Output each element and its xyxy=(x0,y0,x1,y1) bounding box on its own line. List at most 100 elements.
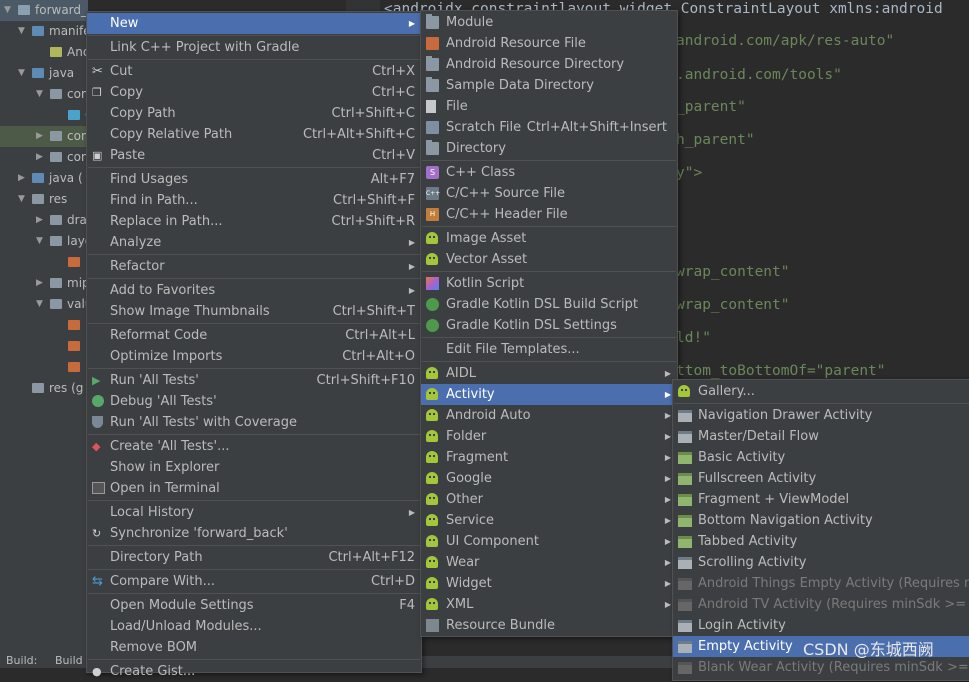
menu-item-copy[interactable]: ❐ Copy Ctrl+C xyxy=(87,82,421,103)
project-tree-item[interactable]: AndroidManifest.xml xyxy=(0,42,88,63)
expand-down-icon[interactable]: ▼ xyxy=(4,0,11,21)
project-tree-item[interactable] xyxy=(0,336,88,357)
menu-item-find-usages[interactable]: Find Usages Alt+F7 xyxy=(87,169,421,190)
menu-item-file[interactable]: File xyxy=(421,96,677,117)
menu-item-open-module-settings[interactable]: Open Module Settings F4 xyxy=(87,595,421,616)
menu-item-show-in-explorer[interactable]: Show in Explorer xyxy=(87,457,421,478)
menu-item-optimize-imports[interactable]: Optimize Imports Ctrl+Alt+O xyxy=(87,346,421,367)
menu-item-compare-with[interactable]: ⇆ Compare With... Ctrl+D xyxy=(87,571,421,592)
menu-item-analyze[interactable]: Analyze ▶ xyxy=(87,232,421,253)
menu-item-login-activity[interactable]: Login Activity xyxy=(673,615,969,636)
expand-down-icon[interactable]: ▼ xyxy=(18,189,25,210)
expand-right-icon[interactable]: ▶ xyxy=(36,126,43,147)
menu-item-widget[interactable]: Widget ▶ xyxy=(421,573,677,594)
build-tab[interactable]: Build xyxy=(55,654,83,667)
project-tree-item[interactable]: ▼ manifests xyxy=(0,21,88,42)
menu-item-google[interactable]: Google ▶ xyxy=(421,468,677,489)
menu-item-fragment[interactable]: Fragment ▶ xyxy=(421,447,677,468)
menu-item-local-history[interactable]: Local History ▶ xyxy=(87,502,421,523)
menu-item-run-all-tests[interactable]: ▶ Run 'All Tests' Ctrl+Shift+F10 xyxy=(87,370,421,391)
menu-item-vector-asset[interactable]: Vector Asset xyxy=(421,249,677,270)
menu-item-replace-in-path[interactable]: Replace in Path... Ctrl+Shift+R xyxy=(87,211,421,232)
project-tree-item[interactable]: ▼ layout xyxy=(0,231,88,252)
project-tree-item[interactable]: ▶ mipmap xyxy=(0,273,88,294)
menu-item-copy-relative-path[interactable]: Copy Relative Path Ctrl+Alt+Shift+C xyxy=(87,124,421,145)
project-tree-item[interactable]: ▶ com xyxy=(0,147,88,168)
menu-item-c-c-header-file[interactable]: H C/C++ Header File xyxy=(421,204,677,225)
project-tree-item[interactable]: C xyxy=(0,105,88,126)
menu-item-wear[interactable]: Wear ▶ xyxy=(421,552,677,573)
menu-item-folder[interactable]: Folder ▶ xyxy=(421,426,677,447)
menu-item-run-all-tests-with-coverage[interactable]: Run 'All Tests' with Coverage xyxy=(87,412,421,433)
menu-item-c-class[interactable]: S C++ Class xyxy=(421,162,677,183)
expand-right-icon[interactable]: ▶ xyxy=(36,210,43,231)
project-tree-item[interactable]: ▼ com xyxy=(0,84,88,105)
expand-down-icon[interactable]: ▼ xyxy=(18,63,25,84)
menu-item-bottom-navigation-activity[interactable]: Bottom Navigation Activity xyxy=(673,510,969,531)
menu-item-scratch-file[interactable]: Scratch File Ctrl+Alt+Shift+Insert xyxy=(421,117,677,138)
menu-item-paste[interactable]: ▣ Paste Ctrl+V xyxy=(87,145,421,166)
project-tree-item[interactable]: res (g xyxy=(0,378,88,399)
project-tree-item[interactable]: ▼ java xyxy=(0,63,88,84)
menu-item-navigation-drawer-activity[interactable]: Navigation Drawer Activity xyxy=(673,405,969,426)
expand-down-icon[interactable]: ▼ xyxy=(18,21,25,42)
project-tree-item[interactable]: ▼ values xyxy=(0,294,88,315)
menu-item-synchronize-forward-back[interactable]: ↻ Synchronize 'forward_back' xyxy=(87,523,421,544)
menu-item-service[interactable]: Service ▶ xyxy=(421,510,677,531)
menu-item-directory-path[interactable]: Directory Path Ctrl+Alt+F12 xyxy=(87,547,421,568)
menu-item-c-c-source-file[interactable]: C++ C/C++ Source File xyxy=(421,183,677,204)
project-tree-item[interactable] xyxy=(0,315,88,336)
menu-item-add-to-favorites[interactable]: Add to Favorites ▶ xyxy=(87,280,421,301)
menu-item-fullscreen-activity[interactable]: Fullscreen Activity xyxy=(673,468,969,489)
menu-item-create-all-tests[interactable]: ◆ Create 'All Tests'... xyxy=(87,436,421,457)
project-tree-item[interactable]: ▶ drawable xyxy=(0,210,88,231)
menu-item-create-gist[interactable]: ● Create Gist... xyxy=(87,661,421,682)
menu-item-xml[interactable]: XML ▶ xyxy=(421,594,677,615)
menu-item-tabbed-activity[interactable]: Tabbed Activity xyxy=(673,531,969,552)
expand-down-icon[interactable]: ▼ xyxy=(36,294,43,315)
menu-item-copy-path[interactable]: Copy Path Ctrl+Shift+C xyxy=(87,103,421,124)
menu-item-refactor[interactable]: Refactor ▶ xyxy=(87,256,421,277)
menu-item-remove-bom[interactable]: Remove BOM xyxy=(87,637,421,658)
menu-item-basic-activity[interactable]: Basic Activity xyxy=(673,447,969,468)
menu-item-scrolling-activity[interactable]: Scrolling Activity xyxy=(673,552,969,573)
menu-item-edit-file-templates[interactable]: Edit File Templates... xyxy=(421,339,677,360)
menu-item-open-in-terminal[interactable]: Open in Terminal xyxy=(87,478,421,499)
menu-item-aidl[interactable]: AIDL ▶ xyxy=(421,363,677,384)
project-tree-item[interactable]: ▼ res xyxy=(0,189,88,210)
menu-item-directory[interactable]: Directory xyxy=(421,138,677,159)
menu-item-activity[interactable]: Activity ▶ xyxy=(421,384,677,405)
project-tree-item[interactable]: ▶ java ( xyxy=(0,168,88,189)
project-tree-item[interactable] xyxy=(0,357,88,378)
menu-item-other[interactable]: Other ▶ xyxy=(421,489,677,510)
expand-down-icon[interactable]: ▼ xyxy=(36,84,43,105)
menu-item-find-in-path[interactable]: Find in Path... Ctrl+Shift+F xyxy=(87,190,421,211)
menu-item-show-image-thumbnails[interactable]: Show Image Thumbnails Ctrl+Shift+T xyxy=(87,301,421,322)
menu-item-android-resource-file[interactable]: Android Resource File xyxy=(421,33,677,54)
expand-down-icon[interactable]: ▼ xyxy=(36,231,43,252)
expand-right-icon[interactable]: ▶ xyxy=(18,168,25,189)
expand-right-icon[interactable]: ▶ xyxy=(36,147,43,168)
menu-item-module[interactable]: Module xyxy=(421,12,677,33)
menu-item-android-resource-directory[interactable]: Android Resource Directory xyxy=(421,54,677,75)
menu-item-ui-component[interactable]: UI Component ▶ xyxy=(421,531,677,552)
project-tree-item[interactable] xyxy=(0,252,88,273)
menu-item-link-c-project-with-gradle[interactable]: Link C++ Project with Gradle xyxy=(87,37,421,58)
menu-item-sample-data-directory[interactable]: Sample Data Directory xyxy=(421,75,677,96)
menu-item-reformat-code[interactable]: Reformat Code Ctrl+Alt+L xyxy=(87,325,421,346)
menu-item-cut[interactable]: ✂ Cut Ctrl+X xyxy=(87,61,421,82)
project-tree-item[interactable]: ▼ forward_back xyxy=(0,0,88,21)
project-tree-item[interactable]: ▶ com xyxy=(0,126,88,147)
menu-item-master-detail-flow[interactable]: Master/Detail Flow xyxy=(673,426,969,447)
expand-right-icon[interactable]: ▶ xyxy=(36,273,43,294)
menu-item-resource-bundle[interactable]: Resource Bundle xyxy=(421,615,677,636)
menu-item-gradle-kotlin-dsl-settings[interactable]: Gradle Kotlin DSL Settings xyxy=(421,315,677,336)
menu-item-fragment-viewmodel[interactable]: Fragment + ViewModel xyxy=(673,489,969,510)
menu-item-debug-all-tests[interactable]: Debug 'All Tests' xyxy=(87,391,421,412)
menu-item-image-asset[interactable]: Image Asset xyxy=(421,228,677,249)
menu-item-android-auto[interactable]: Android Auto ▶ xyxy=(421,405,677,426)
menu-item-kotlin-script[interactable]: Kotlin Script xyxy=(421,273,677,294)
menu-item-gradle-kotlin-dsl-build-script[interactable]: Gradle Kotlin DSL Build Script xyxy=(421,294,677,315)
menu-item-new[interactable]: New ▶ xyxy=(87,13,421,34)
menu-item-load-unload-modules[interactable]: Load/Unload Modules... xyxy=(87,616,421,637)
